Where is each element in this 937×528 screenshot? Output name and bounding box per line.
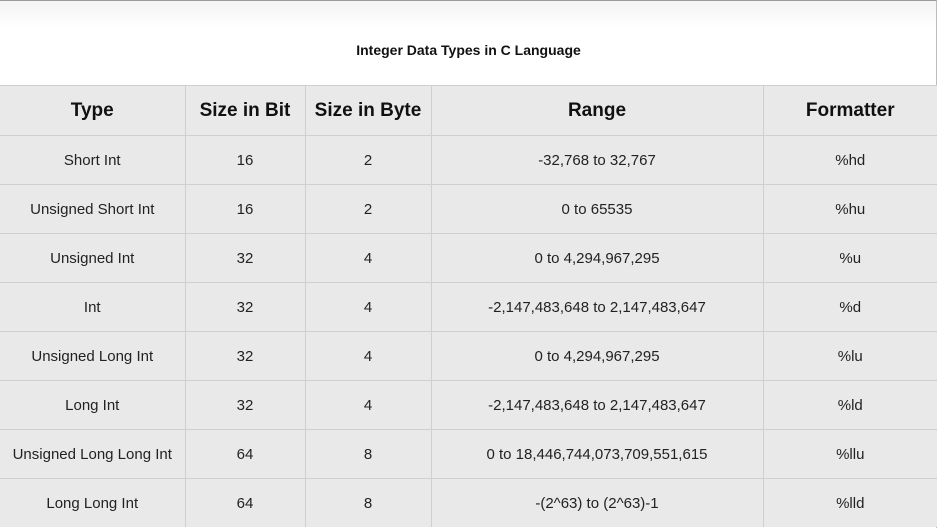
header-type: Type xyxy=(0,85,186,136)
cell-formatter: %hd xyxy=(762,135,937,185)
cell-range: 0 to 4,294,967,295 xyxy=(430,233,764,283)
cell-formatter: %u xyxy=(762,233,937,283)
header-range: Range xyxy=(430,85,764,136)
cell-formatter: %llu xyxy=(762,429,937,479)
cell-size-byte: 4 xyxy=(304,380,432,430)
table-row: Short Int 16 2 -32,768 to 32,767 %hd xyxy=(0,135,937,185)
header-formatter: Formatter xyxy=(762,85,937,136)
cell-type: Short Int xyxy=(0,135,186,185)
cell-formatter: %lld xyxy=(762,478,937,527)
cell-size-byte: 4 xyxy=(304,331,432,381)
cell-type: Unsigned Int xyxy=(0,233,186,283)
table-row: Unsigned Long Int 32 4 0 to 4,294,967,29… xyxy=(0,331,937,381)
cell-formatter: %ld xyxy=(762,380,937,430)
cell-size-bit: 32 xyxy=(184,380,306,430)
cell-size-bit: 32 xyxy=(184,233,306,283)
table-header-row: Type Size in Bit Size in Byte Range Form… xyxy=(0,85,937,136)
cell-size-bit: 16 xyxy=(184,135,306,185)
table-title: Integer Data Types in C Language xyxy=(356,42,581,58)
cell-size-byte: 2 xyxy=(304,135,432,185)
cell-range: 0 to 65535 xyxy=(430,184,764,234)
cell-range: -2,147,483,648 to 2,147,483,647 xyxy=(430,380,764,430)
table-row: Unsigned Long Long Int 64 8 0 to 18,446,… xyxy=(0,429,937,479)
cell-formatter: %hu xyxy=(762,184,937,234)
integer-types-table: Type Size in Bit Size in Byte Range Form… xyxy=(0,85,937,527)
table-row: Long Long Int 64 8 -(2^63) to (2^63)-1 %… xyxy=(0,478,937,527)
cell-type: Int xyxy=(0,282,186,332)
header-size-in-bit: Size in Bit xyxy=(184,85,306,136)
cell-size-bit: 32 xyxy=(184,282,306,332)
header-size-in-byte: Size in Byte xyxy=(304,85,432,136)
cell-size-byte: 4 xyxy=(304,282,432,332)
table-row: Unsigned Int 32 4 0 to 4,294,967,295 %u xyxy=(0,233,937,283)
cell-size-bit: 64 xyxy=(184,478,306,527)
cell-size-byte: 8 xyxy=(304,429,432,479)
slide-page: Integer Data Types in C Language Type Si… xyxy=(0,0,937,528)
table-row: Long Int 32 4 -2,147,483,648 to 2,147,48… xyxy=(0,380,937,430)
cell-range: -2,147,483,648 to 2,147,483,647 xyxy=(430,282,764,332)
cell-formatter: %lu xyxy=(762,331,937,381)
cell-size-bit: 16 xyxy=(184,184,306,234)
cell-size-byte: 4 xyxy=(304,233,432,283)
cell-formatter: %d xyxy=(762,282,937,332)
cell-size-bit: 32 xyxy=(184,331,306,381)
cell-type: Long Int xyxy=(0,380,186,430)
cell-size-byte: 8 xyxy=(304,478,432,527)
cell-type: Unsigned Short Int xyxy=(0,184,186,234)
cell-type: Long Long Int xyxy=(0,478,186,527)
cell-type: Unsigned Long Long Int xyxy=(0,429,186,479)
cell-range: -32,768 to 32,767 xyxy=(430,135,764,185)
cell-range: 0 to 4,294,967,295 xyxy=(430,331,764,381)
table-row: Unsigned Short Int 16 2 0 to 65535 %hu xyxy=(0,184,937,234)
cell-size-bit: 64 xyxy=(184,429,306,479)
cell-type: Unsigned Long Int xyxy=(0,331,186,381)
cell-size-byte: 2 xyxy=(304,184,432,234)
cell-range: 0 to 18,446,744,073,709,551,615 xyxy=(430,429,764,479)
cell-range: -(2^63) to (2^63)-1 xyxy=(430,478,764,527)
table-row: Int 32 4 -2,147,483,648 to 2,147,483,647… xyxy=(0,282,937,332)
